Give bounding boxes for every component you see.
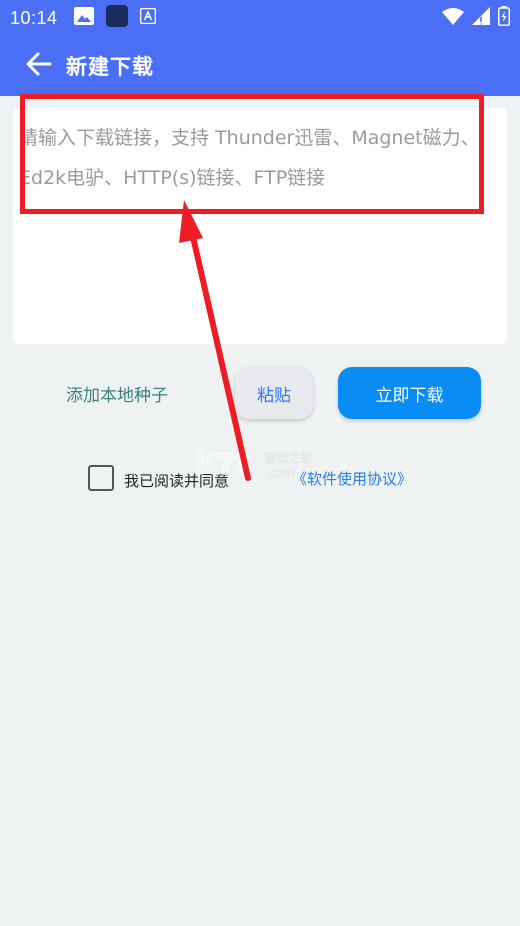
image-icon	[73, 7, 94, 29]
app-bar: 新建下载	[0, 36, 520, 96]
watermark-cn-text: 游戏之家	[264, 450, 312, 465]
app-square-icon	[105, 5, 128, 31]
battery-icon	[498, 6, 510, 30]
status-icons-right	[442, 6, 510, 30]
watermark-logo: K73 游戏之家 .com	[195, 447, 312, 482]
add-local-seed-button[interactable]: 添加本地种子	[52, 372, 182, 414]
watermark-logo-text: K73	[196, 448, 251, 481]
status-bar: 10:14	[0, 0, 520, 36]
paste-button[interactable]: 粘贴	[235, 367, 313, 419]
arrow-left-icon	[26, 52, 52, 80]
wifi-icon	[442, 7, 464, 29]
agreement-checkbox[interactable]	[88, 465, 114, 491]
status-time: 10:14	[10, 7, 58, 28]
back-button[interactable]	[14, 41, 64, 91]
signal-icon	[472, 7, 490, 29]
link-input-card	[13, 108, 507, 344]
k73-watermark: K73 游戏之家 .com	[195, 446, 336, 486]
download-now-button[interactable]: 立即下载	[338, 367, 481, 419]
page-title: 新建下载	[66, 55, 154, 79]
status-icons-left	[73, 5, 156, 31]
watermark-domain-text: .com	[266, 465, 294, 480]
download-link-input[interactable]	[13, 108, 507, 344]
a-badge-icon	[139, 7, 156, 28]
